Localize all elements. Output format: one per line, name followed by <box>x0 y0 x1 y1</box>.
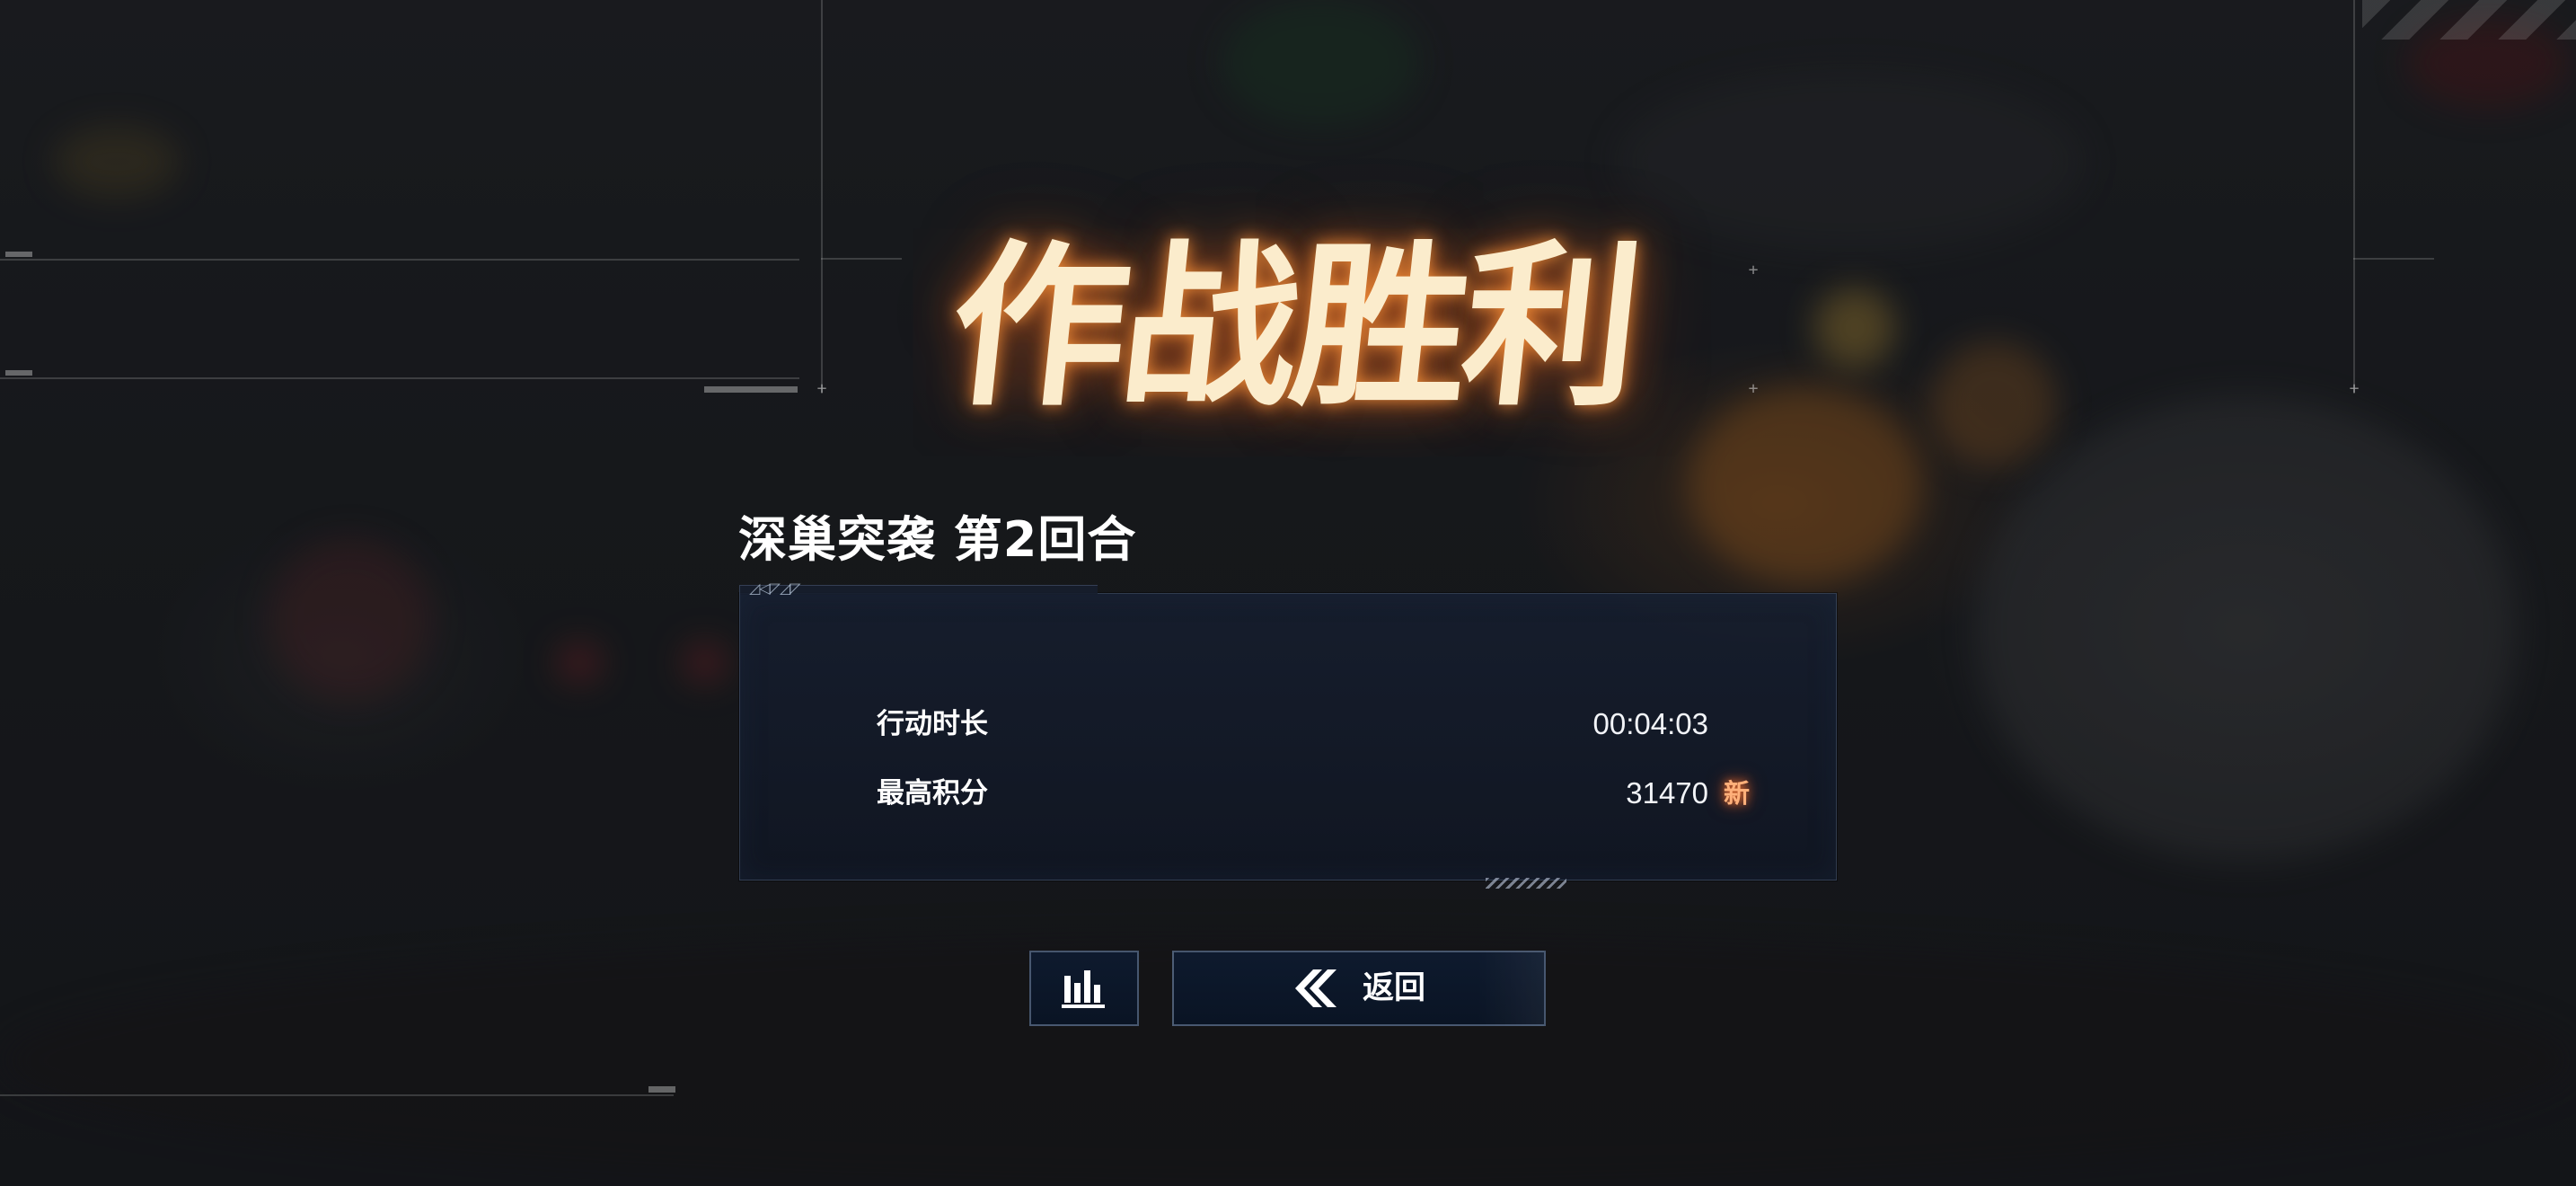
stat-row-high-score: 最高积分 31470 新 <box>877 771 1757 816</box>
stage-title: 深巢突袭 第2回合 <box>738 511 1137 568</box>
stat-value: 00:04:03 <box>1592 707 1708 740</box>
stat-label: 行动时长 <box>877 708 988 740</box>
stat-row-duration: 行动时长 00:04:03 <box>877 702 1757 747</box>
back-button[interactable]: 返回 <box>1172 951 1546 1026</box>
panel-grip <box>1486 878 1566 889</box>
panel-corner-marks: ◿◁◸◿◸ <box>749 580 801 597</box>
victory-screen: + + + + 作战胜利 深巢突袭 第2回合 ◿◁◸◿◸ 行动时长 00:04:… <box>0 0 2576 1186</box>
back-button-label: 返回 <box>1363 970 1426 1006</box>
results-panel: ◿◁◸◿◸ 行动时长 00:04:03 最高积分 31470 新 <box>739 580 1837 889</box>
crosshair-icon: + <box>816 379 827 398</box>
bar-chart-icon <box>1062 970 1105 1008</box>
statistics-button[interactable] <box>1029 951 1139 1026</box>
hazard-stripes <box>2362 0 2576 40</box>
crosshair-icon: + <box>1748 379 1759 398</box>
double-chevron-left-icon <box>1295 969 1337 1007</box>
stat-label: 最高积分 <box>877 777 988 810</box>
stat-value: 31470 <box>1626 776 1708 810</box>
new-record-badge: 新 <box>1723 778 1750 809</box>
panel-tab: ◿◁◸◿◸ <box>739 580 1098 597</box>
crosshair-icon: + <box>1748 261 1759 279</box>
victory-title: 作战胜利 <box>941 226 1645 430</box>
crosshair-icon: + <box>2349 379 2360 398</box>
